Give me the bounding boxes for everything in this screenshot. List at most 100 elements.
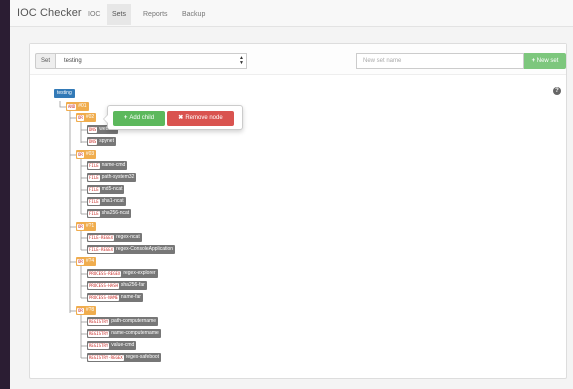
leaf-badge: FILE-REGEX regex-ConsoleApplication (87, 245, 176, 254)
leaf-label: name-computername (111, 330, 159, 336)
tree-root-node[interactable]: testing (54, 89, 75, 98)
leaf-tag: REGISTRY-REGEX (88, 354, 124, 361)
or-node-badge: OR #02 (76, 113, 97, 122)
leaf-badge: REGISTRY name-computername (87, 329, 161, 338)
node-action-popover: + Add child ✖ Remove node (103, 105, 243, 130)
leaf-tag: FILE-REGEX (88, 246, 115, 253)
tree-leaf-node[interactable]: PROCESS-NAME name-far (87, 293, 143, 302)
leaf-badge: PROCESS-HASH sha256-far (87, 281, 147, 290)
leaf-tag: FILE (88, 186, 100, 193)
tree-or-node[interactable]: OR #?4 (76, 257, 97, 266)
brand-logo[interactable]: IOC Checker (17, 7, 82, 19)
add-child-label: Add child (129, 115, 155, 121)
or-tag: OR (77, 258, 84, 265)
tree-or-node[interactable]: OR #03 (76, 150, 97, 159)
nav-link-reports[interactable]: Reports (138, 4, 173, 25)
leaf-badge: PROCESS-REGEX regex-explorer (87, 269, 158, 278)
leaf-label: spynet (99, 138, 114, 144)
leaf-tag: DNS (88, 138, 98, 145)
tree-leaf-node[interactable]: REGISTRY-REGEX regex-safeboot (87, 353, 162, 362)
tree-leaf-node[interactable]: FILE path-system32 (87, 173, 137, 182)
or-label: #?4 (85, 258, 95, 264)
leaf-label: sha1-ncat (101, 198, 124, 204)
remove-node-button[interactable]: ✖ Remove node (167, 111, 234, 126)
leaf-tag: REGISTRY (88, 318, 110, 325)
tree-leaf-node[interactable]: REGISTRY path-computername (87, 317, 159, 326)
or-tag: OR (77, 151, 84, 158)
or-node-badge: OR #?1 (76, 222, 97, 231)
leaf-badge: FILE name-cmd (87, 161, 128, 170)
tree-leaf-node[interactable]: FILE sha256-ncat (87, 209, 132, 218)
leaf-tag: PROCESS-HASH (88, 282, 119, 289)
leaf-label: regex-explorer (123, 270, 156, 276)
leaf-tag: DNS (88, 126, 98, 133)
or-node-badge: OR #?4 (76, 257, 97, 266)
leaf-tag: FILE (88, 198, 100, 205)
times-icon: ✖ (178, 115, 184, 121)
nav-link-sets[interactable]: Sets (107, 4, 132, 25)
tree-or-node[interactable]: OR #?8 (76, 306, 97, 315)
leaf-label: regex-ncat (116, 234, 140, 240)
ioc-tree: testing AND #01 OR #02 DNS websha (30, 44, 566, 378)
leaf-badge: FILE sha256-ncat (87, 209, 132, 218)
tree-leaf-node[interactable]: REGISTRY name-computername (87, 329, 161, 338)
leaf-label: value-cmd (111, 342, 135, 348)
or-node-badge: OR #?8 (76, 306, 97, 315)
leaf-label: sha256-ncat (101, 210, 130, 216)
root-label: testing (54, 89, 75, 98)
leaf-badge: FILE md5-ncat (87, 185, 125, 194)
or-label: #?1 (85, 223, 95, 229)
tree-leaf-node[interactable]: FILE-REGEX regex-ConsoleApplication (87, 245, 176, 254)
leaf-label: regex-ConsoleApplication (116, 246, 174, 252)
remove-node-label: Remove node (185, 115, 223, 121)
tree-leaf-node[interactable]: PROCESS-REGEX regex-explorer (87, 269, 158, 278)
or-label: #02 (85, 114, 95, 120)
add-child-button[interactable]: + Add child (113, 111, 165, 126)
tree-leaf-node[interactable]: FILE-REGEX regex-ncat (87, 233, 142, 242)
leaf-label: sha256-far (120, 282, 145, 288)
leaf-tag: FILE-REGEX (88, 234, 115, 241)
or-tag: OR (77, 307, 84, 314)
leaf-label: path-system32 (101, 174, 135, 180)
tree-leaf-node[interactable]: DNS spynet (87, 137, 116, 146)
sets-panel: Set testing ▲▼ New set name + New set ? (29, 43, 567, 379)
nav-link-ioc[interactable]: IOC (83, 4, 105, 25)
leaf-tag: PROCESS-REGEX (88, 270, 122, 277)
or-node-badge: OR #03 (76, 150, 97, 159)
app-window: IOC Checker IOC Sets Reports Backup Set … (10, 0, 573, 389)
and-label: #01 (78, 103, 87, 109)
leaf-label: name-cmd (101, 162, 126, 168)
tree-or-node[interactable]: OR #02 (76, 113, 97, 122)
tree-leaf-node[interactable]: REGISTRY value-cmd (87, 341, 137, 350)
leaf-tag: FILE (88, 210, 100, 217)
plus-icon: + (123, 115, 128, 121)
tree-and-node[interactable]: AND #01 (66, 102, 89, 111)
or-tag: OR (77, 114, 84, 121)
leaf-tag: PROCESS-NAME (88, 294, 119, 301)
leaf-badge: REGISTRY-REGEX regex-safeboot (87, 353, 162, 362)
leaf-badge: REGISTRY value-cmd (87, 341, 137, 350)
leaf-tag: REGISTRY (88, 330, 110, 337)
tree-leaf-node[interactable]: FILE sha1-ncat (87, 197, 126, 206)
leaf-badge: REGISTRY path-computername (87, 317, 159, 326)
or-tag: OR (77, 223, 84, 230)
leaf-tag: FILE (88, 162, 100, 169)
leaf-badge: FILE-REGEX regex-ncat (87, 233, 142, 242)
and-node-badge: AND #01 (66, 102, 89, 111)
or-label: #03 (85, 151, 95, 157)
popover-arrow (103, 114, 108, 124)
leaf-badge: PROCESS-NAME name-far (87, 293, 143, 302)
nav-link-backup[interactable]: Backup (177, 4, 210, 25)
leaf-badge: DNS spynet (87, 137, 116, 146)
tree-leaf-node[interactable]: FILE md5-ncat (87, 185, 125, 194)
tree-leaf-node[interactable]: FILE name-cmd (87, 161, 128, 170)
leaf-tag: FILE (88, 174, 100, 181)
tree-leaf-node[interactable]: PROCESS-HASH sha256-far (87, 281, 147, 290)
or-label: #?8 (85, 307, 95, 313)
leaf-badge: FILE path-system32 (87, 173, 137, 182)
leaf-label: name-far (120, 294, 141, 300)
leaf-tag: REGISTRY (88, 342, 110, 349)
leaf-badge: FILE sha1-ncat (87, 197, 126, 206)
leaf-label: path-computername (111, 318, 157, 324)
tree-or-node[interactable]: OR #?1 (76, 222, 97, 231)
